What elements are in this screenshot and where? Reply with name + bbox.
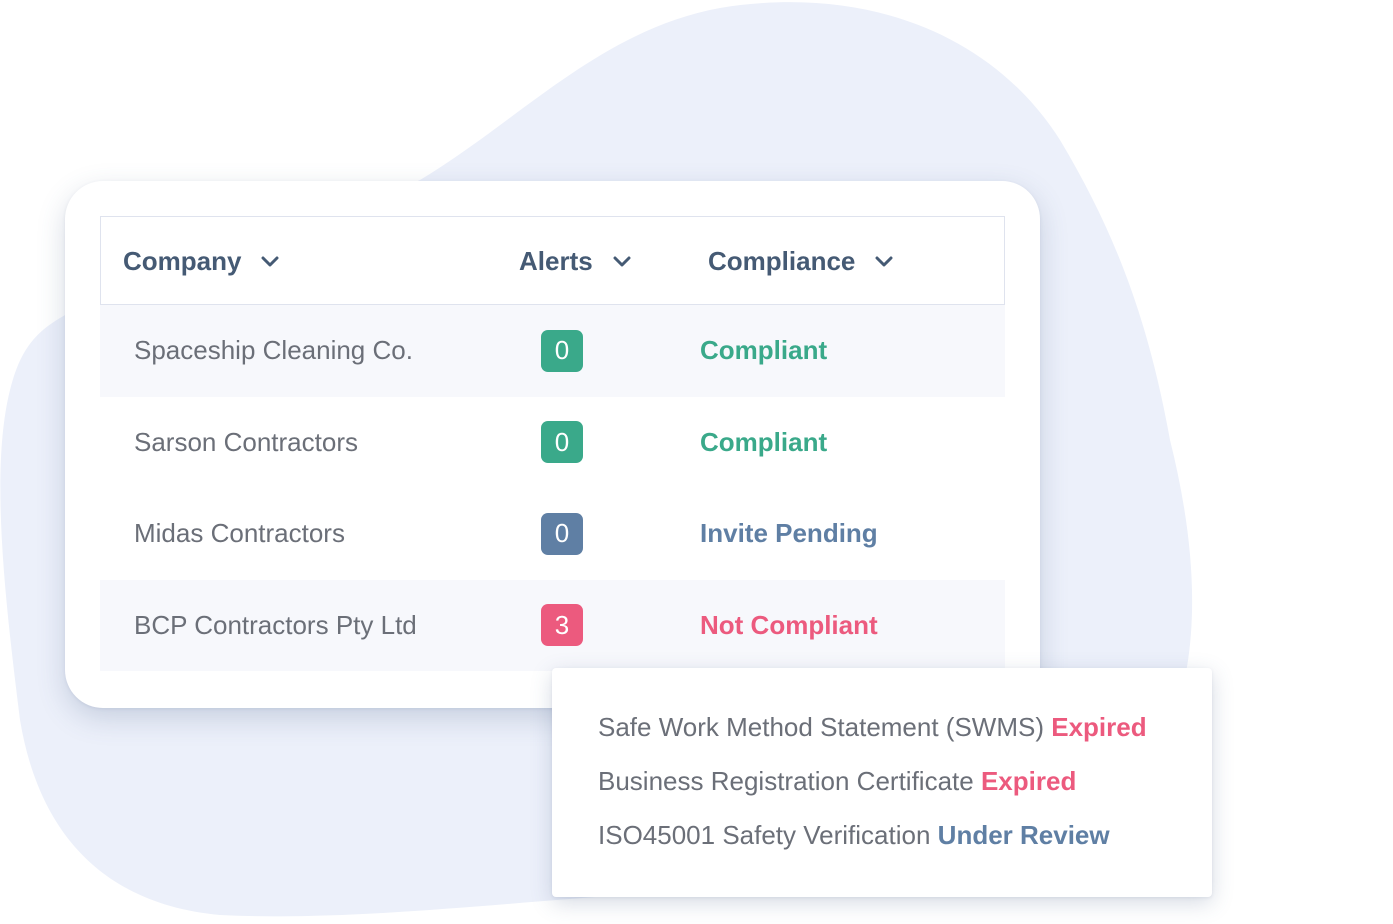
chevron-down-icon	[875, 256, 893, 268]
company-name: Spaceship Cleaning Co.	[134, 335, 413, 366]
document-status: Under Review	[937, 820, 1110, 850]
chevron-down-icon	[613, 256, 631, 268]
document-alert-item: Safe Work Method Statement (SWMS) Expire…	[598, 712, 1147, 743]
column-header-compliance[interactable]: Compliance	[708, 217, 893, 306]
compliance-status: Compliant	[700, 426, 828, 457]
companies-table: Company Alerts Compliance Spaceship Clea…	[100, 216, 1005, 671]
compliance-status: Invite Pending	[700, 518, 878, 549]
table-row[interactable]: Spaceship Cleaning Co. 0 Compliant	[100, 305, 1005, 397]
companies-card: Company Alerts Compliance Spaceship Clea…	[65, 181, 1040, 708]
column-header-label: Alerts	[519, 246, 593, 276]
column-header-alerts[interactable]: Alerts	[519, 217, 631, 306]
alert-count-badge: 3	[541, 604, 583, 647]
column-header-label: Compliance	[708, 246, 856, 276]
alert-count-badge: 0	[541, 329, 583, 372]
document-status: Expired	[1051, 712, 1147, 742]
document-name: Safe Work Method Statement (SWMS)	[598, 712, 1044, 742]
chevron-down-icon	[261, 256, 279, 268]
company-name: Midas Contractors	[134, 518, 345, 549]
company-name: BCP Contractors Pty Ltd	[134, 609, 417, 640]
table-row[interactable]: BCP Contractors Pty Ltd 3 Not Compliant	[100, 579, 1005, 671]
document-alert-item: Business Registration Certificate Expire…	[598, 766, 1076, 797]
alert-count-badge: 0	[541, 421, 583, 464]
company-name: Sarson Contractors	[134, 426, 358, 457]
document-status: Expired	[980, 766, 1077, 796]
document-name: ISO45001 Safety Verification	[598, 820, 931, 850]
stage: Company Alerts Compliance Spaceship Clea…	[0, 0, 1393, 924]
table-row[interactable]: Sarson Contractors 0 Compliant	[100, 397, 1005, 489]
column-header-label: Company	[123, 246, 242, 276]
alerts-detail-popover: Safe Work Method Statement (SWMS) Expire…	[552, 668, 1212, 897]
compliance-status: Not Compliant	[700, 609, 878, 640]
document-name: Business Registration Certificate	[598, 766, 974, 796]
column-header-company[interactable]: Company	[123, 217, 279, 306]
compliance-status: Compliant	[700, 335, 828, 366]
document-alert-item: ISO45001 Safety Verification Under Revie…	[598, 820, 1110, 851]
table-row[interactable]: Midas Contractors 0 Invite Pending	[100, 488, 1005, 580]
table-header: Company Alerts Compliance	[100, 216, 1005, 305]
alert-count-badge: 0	[541, 512, 583, 555]
